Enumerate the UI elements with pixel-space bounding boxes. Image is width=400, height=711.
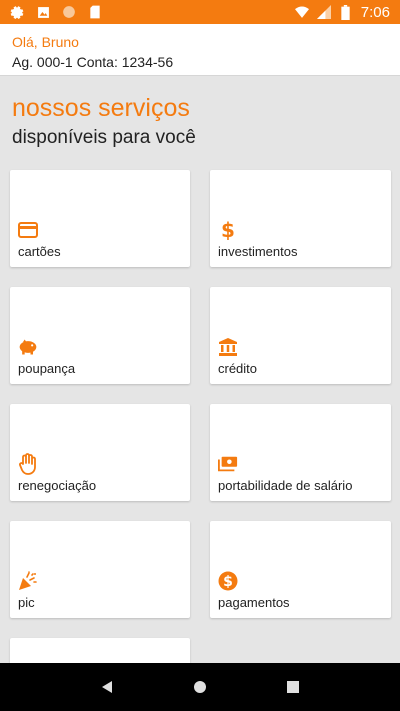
service-card-pagamentos[interactable]: $ pagamentos: [210, 521, 391, 618]
service-label: cartões: [18, 244, 61, 259]
bank-icon: [218, 337, 238, 357]
page-title: nossos serviços: [12, 94, 190, 122]
svg-text:$: $: [221, 220, 235, 240]
status-right-icons: 7:06: [294, 3, 390, 21]
service-card-cartoes[interactable]: cartões: [10, 170, 190, 267]
page-subtitle: disponíveis para você: [12, 127, 196, 148]
service-card-investimentos[interactable]: $ investimentos: [210, 170, 391, 267]
system-nav-bar: [0, 663, 400, 711]
service-card-credito[interactable]: crédito: [210, 287, 391, 384]
credit-card-icon: [18, 220, 38, 240]
circle-icon: [62, 5, 76, 19]
wifi-icon: [294, 5, 309, 19]
services-content[interactable]: nossos serviços disponíveis para você ca…: [0, 77, 400, 663]
greeting-text: Olá, Bruno: [12, 34, 79, 50]
money-transfer-icon: [218, 454, 238, 474]
service-label: pagamentos: [218, 595, 290, 610]
service-card-poupanca[interactable]: poupança: [10, 287, 190, 384]
svg-text:$: $: [223, 574, 233, 590]
dollar-circle-icon: $: [218, 571, 238, 591]
account-info: Ag. 000-1 Conta: 1234-56: [12, 54, 174, 70]
gear-icon: [10, 5, 24, 19]
dollar-sign-icon: $: [218, 220, 238, 240]
signal-icon: [316, 5, 331, 19]
photo-icon: [36, 5, 50, 19]
back-icon[interactable]: [87, 667, 127, 707]
services-grid: cartões $ investimentos poupança crédito: [10, 170, 391, 663]
service-label: pic: [18, 595, 35, 610]
service-label: renegociação: [18, 478, 97, 493]
home-icon[interactable]: [180, 667, 220, 707]
service-label: investimentos: [218, 244, 298, 259]
service-card-partial[interactable]: [10, 638, 190, 663]
service-card-pic[interactable]: pic: [10, 521, 190, 618]
account-header: Olá, Bruno Ag. 000-1 Conta: 1234-56: [0, 24, 400, 76]
service-label: crédito: [218, 361, 258, 376]
status-bar: 7:06: [0, 0, 400, 24]
piggy-bank-icon: [18, 337, 38, 357]
service-label: portabilidade de salário: [218, 478, 353, 493]
service-card-portabilidade[interactable]: portabilidade de salário: [210, 404, 391, 501]
status-time: 7:06: [360, 3, 390, 21]
recents-icon[interactable]: [273, 667, 313, 707]
service-card-renegociacao[interactable]: renegociação: [10, 404, 190, 501]
battery-icon: [339, 4, 353, 20]
party-popper-icon: [18, 571, 38, 591]
status-left-icons: [10, 5, 102, 19]
sd-card-icon: [88, 5, 102, 19]
hand-icon: [18, 453, 38, 475]
service-label: poupança: [18, 361, 76, 376]
